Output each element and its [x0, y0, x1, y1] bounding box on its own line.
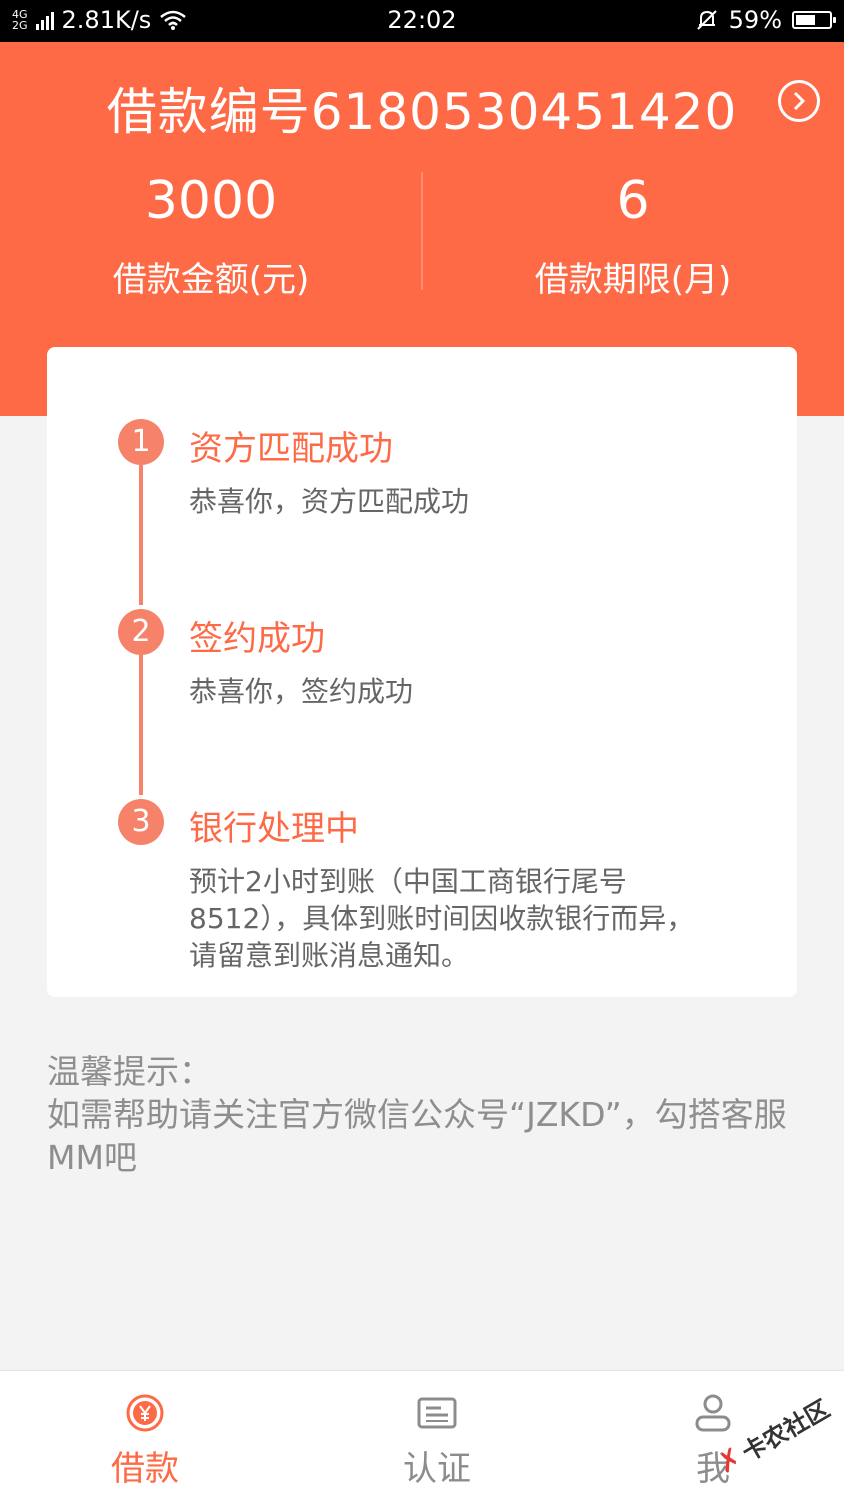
- step-number-2: 2: [118, 609, 164, 655]
- step-number-3: 3: [118, 799, 164, 845]
- loan-term-value: 6: [616, 171, 650, 231]
- step-number-1: 1: [118, 419, 164, 465]
- battery-icon: [792, 11, 836, 29]
- loan-number: 借款编号6180530451420: [106, 83, 738, 141]
- step-desc-2: 恭喜你，签约成功: [189, 675, 414, 708]
- loan-amount-value: 3000: [144, 171, 278, 231]
- loan-amount: 3000 借款金额(元): [0, 166, 422, 301]
- step-desc-3: 预计2小时到账（中国工商银行尾号8512），具体到账时间因收款银行而异，请留意到…: [189, 865, 695, 972]
- status-bar: 4G 2G 2.81K/s 22:02 59%: [0, 0, 844, 42]
- timeline-connector-1: [139, 465, 143, 605]
- nav-label-verify: 认证: [403, 1449, 471, 1489]
- progress-card: 1 资方匹配成功 恭喜你，资方匹配成功 2 签约成功 恭喜你，签约成功 3 银行…: [47, 347, 797, 997]
- nav-item-loan[interactable]: 借款: [45, 1391, 245, 1490]
- bottom-nav: 借款 认证 我: [0, 1370, 844, 1500]
- status-right: 59%: [695, 6, 836, 34]
- loan-amount-label: 借款金额(元): [112, 260, 310, 300]
- battery-percent: 59%: [728, 6, 782, 34]
- loan-term: 6 借款期限(月): [422, 166, 844, 301]
- tips-title: 温馨提示：: [47, 1052, 212, 1091]
- step-title-3: 银行处理中: [189, 809, 359, 849]
- nav-item-verify[interactable]: 认证: [337, 1391, 537, 1490]
- yen-circle-icon: [45, 1391, 245, 1435]
- chevron-right-icon: [793, 91, 806, 111]
- nav-label-loan: 借款: [111, 1449, 179, 1489]
- step-title-1: 资方匹配成功: [189, 429, 393, 469]
- tips-section: 温馨提示： 如需帮助请关注官方微信公众号“JZKD”，勾搭客服MM吧: [47, 1050, 797, 1179]
- mute-bell-icon: [696, 10, 717, 30]
- id-card-icon: [337, 1391, 537, 1435]
- timeline-connector-2: [139, 655, 143, 795]
- loan-term-label: 借款期限(月): [534, 260, 732, 300]
- tips-text: 如需帮助请关注官方微信公众号“JZKD”，勾搭客服MM吧: [47, 1095, 787, 1177]
- detail-button[interactable]: [778, 80, 820, 122]
- step-desc-1: 恭喜你，资方匹配成功: [189, 485, 470, 518]
- step-title-2: 签约成功: [189, 619, 325, 659]
